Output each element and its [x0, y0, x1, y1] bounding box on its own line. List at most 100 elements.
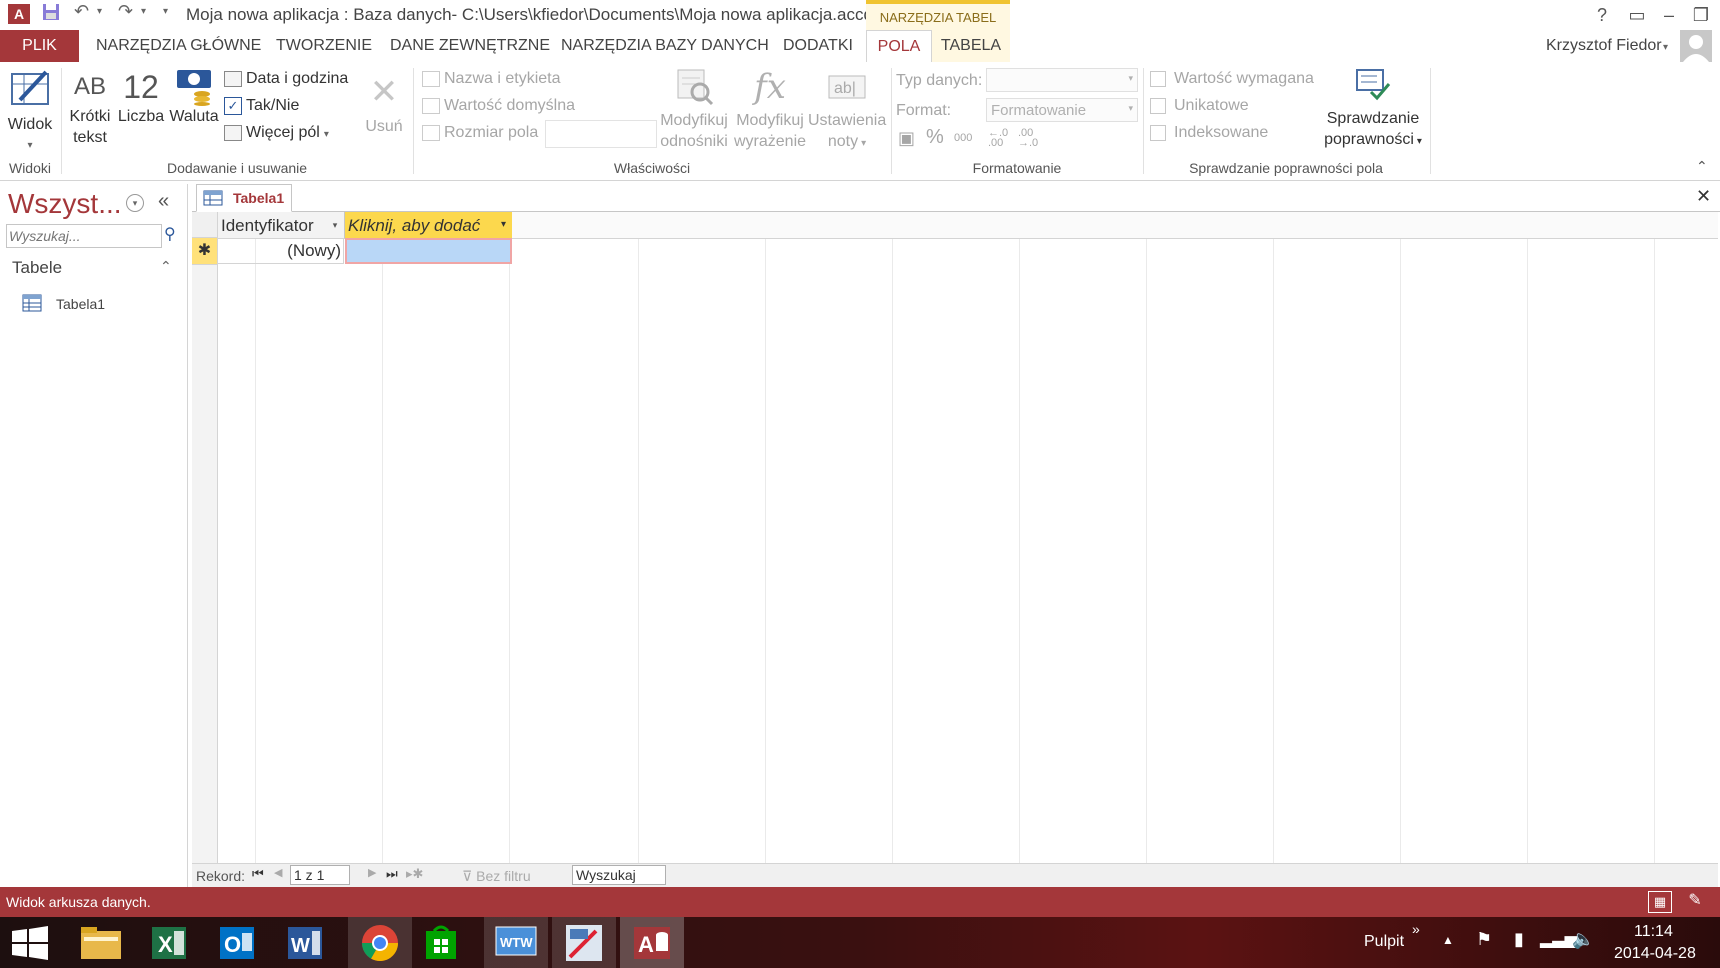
increase-decimals-icon[interactable]: ←.0.00	[988, 128, 1008, 149]
redo-dropdown-icon[interactable]: ▾	[141, 6, 146, 17]
validation-button[interactable]: Sprawdzanie poprawności ▾	[1318, 64, 1428, 152]
help-button[interactable]: ?	[1585, 2, 1619, 28]
view-button[interactable]: Widok ▾	[4, 66, 56, 156]
volume-icon[interactable]: 🔈	[1572, 929, 1594, 950]
clock-time[interactable]: 11:14	[1634, 923, 1673, 941]
previous-record-icon[interactable]: ◀	[274, 866, 282, 879]
new-record-icon[interactable]: ▸✱	[406, 866, 423, 882]
memo-settings-button[interactable]: ab| Ustawienia noty ▾	[808, 64, 886, 154]
document-tab-table[interactable]: Tabela1	[196, 184, 292, 212]
restore-button[interactable]: ❐	[1684, 2, 1718, 28]
indexed-checkbox[interactable]: Indeksowane	[1150, 124, 1268, 142]
column-header-id[interactable]: Identyfikator ▾	[218, 212, 345, 239]
wtw-icon[interactable]: WTW	[484, 917, 548, 968]
customize-qat-icon[interactable]: ▾	[163, 6, 168, 17]
tab-file[interactable]: PLIK	[0, 30, 79, 62]
column-header-label: Identyfikator	[221, 216, 314, 235]
tab-addins[interactable]: DODATKI	[783, 30, 853, 62]
outlook-icon[interactable]: O	[212, 921, 262, 963]
svg-text:W: W	[291, 935, 310, 957]
thousands-button[interactable]: 000	[954, 132, 972, 144]
nav-menu-dropdown-icon[interactable]: ▾	[126, 194, 144, 212]
tab-fields[interactable]: POLA	[866, 30, 932, 64]
nav-pane-title[interactable]: Wszyst...	[8, 188, 122, 220]
word-icon[interactable]: W	[280, 921, 330, 963]
checkbox-icon	[1150, 124, 1166, 141]
tab-create[interactable]: TWORZENIE	[276, 30, 372, 62]
modify-expression-button[interactable]: fx Modyfikuj wyrażenie	[732, 64, 808, 152]
datatype-select[interactable]: ▾	[986, 68, 1138, 92]
column-filter-icon[interactable]: ▾	[328, 220, 342, 232]
format-select[interactable]: Formatowanie ▾	[986, 98, 1138, 122]
desktop-toolbar-label[interactable]: Pulpit	[1364, 933, 1404, 951]
action-center-flag-icon[interactable]: ⚑	[1476, 929, 1492, 950]
minimize-button[interactable]: –	[1652, 2, 1686, 28]
filter-status[interactable]: ⊽ Bez filtru	[462, 868, 531, 885]
user-dropdown-icon[interactable]: ▾	[1663, 42, 1668, 53]
avatar[interactable]	[1680, 30, 1712, 62]
number-button[interactable]: 12 Liczba	[116, 68, 166, 127]
collapse-ribbon-icon[interactable]: ⌃	[1696, 158, 1708, 175]
access-icon[interactable]: A	[620, 917, 684, 968]
show-hidden-icons-icon[interactable]: ▲	[1442, 933, 1454, 947]
decrease-decimals-icon[interactable]: .00 →.0	[1018, 128, 1038, 149]
tab-database-tools[interactable]: NARZĘDZIA BAZY DANYCH	[561, 30, 769, 62]
currency-format-icon[interactable]: ▣	[898, 128, 915, 149]
new-row-selector[interactable]: ✱	[192, 238, 217, 265]
nav-search-input[interactable]	[7, 225, 141, 247]
user-name[interactable]: Krzysztof Fiedor	[1546, 37, 1662, 55]
battery-icon[interactable]: ▮	[1514, 929, 1524, 950]
clock-date[interactable]: 2014-04-28	[1614, 945, 1696, 963]
column-add-dropdown-icon[interactable]: ▾	[501, 219, 506, 230]
tab-home[interactable]: NARZĘDZIA GŁÓWNE	[96, 30, 261, 62]
last-record-icon[interactable]: ⏭	[386, 866, 398, 882]
more-fields-button[interactable]: Więcej pól ▾	[224, 124, 329, 142]
chrome-icon[interactable]	[348, 917, 412, 968]
select-all-corner[interactable]	[192, 212, 218, 238]
file-explorer-icon[interactable]	[76, 921, 126, 963]
name-caption-button[interactable]: Nazwa i etykieta	[422, 70, 561, 88]
modify-lookups-button[interactable]: Modyfikuj odnośniki	[656, 64, 732, 152]
record-search-input[interactable]: Wyszukaj	[572, 865, 666, 885]
currency-button[interactable]: Waluta	[166, 68, 222, 127]
record-position-input[interactable]: 1 z 1	[290, 865, 350, 885]
delete-button[interactable]: ✕ Usuń	[360, 68, 408, 137]
tab-table[interactable]: TABELA	[932, 30, 1010, 62]
yesno-button[interactable]: ✓ Tak/Nie	[224, 97, 299, 115]
next-record-icon[interactable]: ▶	[368, 866, 376, 879]
nav-search-box[interactable]	[6, 224, 162, 248]
ribbon-display-button[interactable]: ▭	[1620, 2, 1654, 28]
default-value-button[interactable]: Wartość domyślna	[422, 97, 575, 115]
store-icon[interactable]	[416, 921, 466, 963]
undo-dropdown-icon[interactable]: ▾	[97, 6, 102, 17]
datetime-button[interactable]: Data i godzina	[224, 70, 348, 88]
short-text-button[interactable]: AB Krótki tekst	[66, 68, 114, 148]
tab-external-data[interactable]: DANE ZEWNĘTRZNE	[390, 30, 550, 62]
validation-label-1: Sprawdzanie	[1326, 110, 1420, 127]
design-view-icon[interactable]: ✎	[1684, 891, 1706, 911]
chevron-down-icon: ▾	[323, 129, 329, 140]
cell-new-id[interactable]: (Nowy)	[218, 238, 344, 264]
field-size-label: Rozmiar pola	[444, 124, 539, 141]
column-header-add[interactable]: Kliknij, aby dodać ▾	[345, 212, 512, 239]
paint-icon[interactable]	[552, 917, 616, 968]
datasheet-view-icon[interactable]: ▦	[1648, 891, 1672, 913]
shutter-bar-close-icon[interactable]: «	[158, 190, 169, 213]
close-document-icon[interactable]: ✕	[1696, 186, 1711, 207]
save-icon[interactable]	[42, 3, 60, 26]
unique-checkbox[interactable]: Unikatowe	[1150, 97, 1249, 115]
search-icon[interactable]: ⚲	[164, 224, 176, 244]
percent-button[interactable]: %	[926, 126, 944, 149]
redo-icon[interactable]: ↷	[118, 1, 133, 22]
excel-icon[interactable]: X	[144, 921, 194, 963]
toolbar-expand-icon[interactable]: »	[1412, 921, 1420, 937]
access-app-icon[interactable]: A	[8, 4, 30, 24]
field-size-input[interactable]	[545, 120, 657, 148]
cell-new-add[interactable]	[345, 238, 512, 264]
windows-start-icon[interactable]	[10, 925, 50, 966]
required-checkbox[interactable]: Wartość wymagana	[1150, 70, 1314, 88]
nav-section-tables[interactable]: Tabele ⌃	[4, 254, 184, 284]
table-icon	[22, 294, 42, 312]
undo-icon[interactable]: ↶	[74, 1, 89, 22]
first-record-icon[interactable]: ⏮	[252, 866, 264, 882]
